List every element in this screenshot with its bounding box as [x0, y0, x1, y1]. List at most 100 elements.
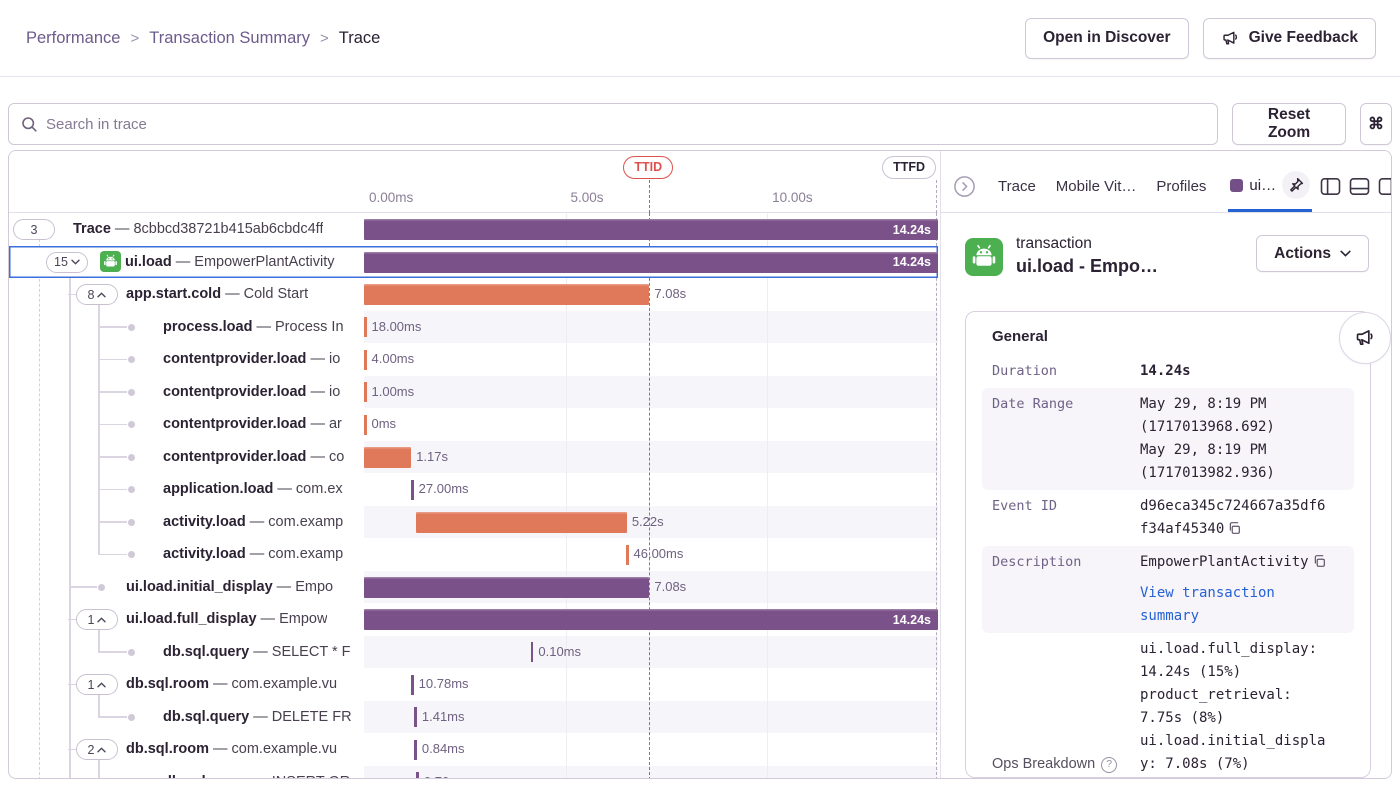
- span-bar[interactable]: [364, 382, 367, 402]
- span-title[interactable]: process.load — Process In: [163, 311, 344, 344]
- ttid-marker-pill[interactable]: TTID: [623, 156, 673, 179]
- span-duration-cell[interactable]: 4.00ms: [364, 343, 938, 376]
- search-input[interactable]: [46, 116, 1205, 133]
- span-title[interactable]: contentprovider.load — io: [163, 343, 340, 376]
- span-bar[interactable]: [626, 545, 629, 565]
- dock-left-icon[interactable]: [1320, 177, 1341, 196]
- span-bar[interactable]: [411, 675, 414, 695]
- breadcrumb-transaction-summary[interactable]: Transaction Summary: [149, 29, 310, 48]
- span-children-count-pill[interactable]: 1: [76, 609, 118, 630]
- copy-icon[interactable]: [1312, 554, 1326, 568]
- span-duration-cell[interactable]: 0.84ms: [364, 733, 938, 766]
- dock-bottom-icon[interactable]: [1349, 177, 1370, 196]
- span-title[interactable]: db.sql.room — com.example.vu: [126, 668, 337, 701]
- span-row-contentprovider.load[interactable]: 1.17s contentprovider.load — co: [9, 441, 938, 474]
- span-row-activity.load[interactable]: 46.00ms activity.load — com.examp: [9, 538, 938, 571]
- span-duration-cell[interactable]: 0.10ms: [364, 636, 938, 669]
- span-row-Trace[interactable]: 14.24s 3 Trace — 8cbbcd38721b415ab6cbdc4ff: [9, 213, 938, 246]
- span-title[interactable]: db.sql.query — SELECT * F: [163, 636, 350, 669]
- feedback-floating-button[interactable]: [1339, 312, 1391, 364]
- span-duration-cell[interactable]: 18.00ms: [364, 311, 938, 344]
- dock-right-icon[interactable]: [1378, 177, 1392, 196]
- span-children-count-pill[interactable]: 8: [76, 284, 118, 305]
- span-title[interactable]: contentprovider.load — io: [163, 376, 340, 409]
- span-row-contentprovider.load[interactable]: 1.00ms contentprovider.load — io: [9, 376, 938, 409]
- timeline-header[interactable]: 0.00ms5.00s10.00sTTIDTTFD: [364, 151, 938, 213]
- span-row-application.load[interactable]: 27.00ms application.load — com.ex: [9, 473, 938, 506]
- span-duration-cell[interactable]: 0ms: [364, 408, 938, 441]
- view-transaction-summary-link[interactable]: View transactionsummary: [1140, 582, 1344, 628]
- span-bar[interactable]: [414, 740, 417, 760]
- copy-icon[interactable]: [1227, 521, 1241, 535]
- span-title[interactable]: Trace — 8cbbcd38721b415ab6cbdc4ff: [73, 213, 323, 246]
- span-title[interactable]: db.sql.room — com.example.vu: [126, 733, 337, 766]
- span-bar[interactable]: 14.24s: [364, 219, 938, 240]
- collapse-panel-icon[interactable]: [953, 175, 976, 198]
- span-duration-cell[interactable]: 46.00ms: [364, 538, 938, 571]
- search-box[interactable]: [8, 103, 1218, 145]
- breadcrumb-performance[interactable]: Performance: [26, 29, 120, 48]
- span-row-ui.load.full_display[interactable]: 14.24s 1 ui.load.full_display — Empow: [9, 603, 938, 636]
- span-children-count-pill[interactable]: 2: [76, 739, 118, 760]
- span-row-db.sql.query[interactable]: 0.10ms db.sql.query — SELECT * F: [9, 636, 938, 669]
- span-title[interactable]: ui.load.initial_display — Empo: [126, 571, 333, 604]
- span-row-db.sql.room[interactable]: 10.78ms 1 db.sql.room — com.example.vu: [9, 668, 938, 701]
- help-icon[interactable]: ?: [1101, 757, 1117, 773]
- span-duration-cell[interactable]: 1.00ms: [364, 376, 938, 409]
- span-children-count-pill[interactable]: 15: [46, 252, 88, 273]
- span-title[interactable]: ui.load.full_display — Empow: [126, 603, 327, 636]
- span-title[interactable]: activity.load — com.examp: [163, 538, 343, 571]
- span-title[interactable]: db.sql.query — DELETE FR: [163, 701, 352, 734]
- shortcut-cmd-button[interactable]: ⌘: [1360, 103, 1392, 145]
- span-bar[interactable]: 14.24s: [364, 252, 938, 273]
- span-row-ui.load[interactable]: 14.24s 15 ui.load — EmpowerPlantActivity: [9, 246, 938, 279]
- span-row-contentprovider.load[interactable]: 4.00ms contentprovider.load — io: [9, 343, 938, 376]
- span-row-db.sql.query[interactable]: 1.41ms db.sql.query — DELETE FR: [9, 701, 938, 734]
- span-bar[interactable]: 14.24s: [364, 609, 938, 630]
- open-in-discover-button[interactable]: Open in Discover: [1025, 18, 1188, 59]
- span-duration-cell[interactable]: 7.08s: [364, 278, 938, 311]
- span-duration-cell[interactable]: 14.24s: [364, 213, 938, 246]
- span-title[interactable]: contentprovider.load — co: [163, 441, 344, 474]
- span-bar[interactable]: [364, 284, 649, 305]
- span-title[interactable]: ui.load — EmpowerPlantActivity: [125, 246, 335, 279]
- span-duration-cell[interactable]: 5.22s: [364, 506, 938, 539]
- span-duration-cell[interactable]: 7.08s: [364, 571, 938, 604]
- span-title[interactable]: contentprovider.load — ar: [163, 408, 342, 441]
- span-title[interactable]: activity.load — com.examp: [163, 506, 343, 539]
- span-row-ui.load.initial_display[interactable]: 7.08s ui.load.initial_display — Empo: [9, 571, 938, 604]
- tab-trace[interactable]: Trace: [992, 161, 1042, 212]
- span-children-count-pill[interactable]: 3: [13, 219, 55, 240]
- tab-mobile-vit-[interactable]: Mobile Vit…: [1050, 161, 1143, 212]
- span-bar[interactable]: [364, 317, 367, 337]
- span-duration-cell[interactable]: 0.70ms: [364, 766, 938, 780]
- span-row-db.sql.query[interactable]: 0.70ms db.sql.query — INSERT OR: [9, 766, 938, 780]
- span-duration-cell[interactable]: 14.24s: [364, 246, 938, 279]
- span-bar[interactable]: [364, 415, 367, 435]
- span-bar[interactable]: [364, 350, 367, 370]
- span-children-count-pill[interactable]: 1: [76, 674, 118, 695]
- span-title[interactable]: db.sql.query — INSERT OR: [163, 766, 350, 780]
- span-duration-cell[interactable]: 1.17s: [364, 441, 938, 474]
- span-title[interactable]: app.start.cold — Cold Start: [126, 278, 308, 311]
- span-title[interactable]: application.load — com.ex: [163, 473, 343, 506]
- give-feedback-button[interactable]: Give Feedback: [1203, 18, 1376, 59]
- span-duration-cell[interactable]: 10.78ms: [364, 668, 938, 701]
- span-duration-cell[interactable]: 1.41ms: [364, 701, 938, 734]
- pin-tab-icon[interactable]: [1282, 171, 1310, 199]
- span-bar[interactable]: [364, 447, 411, 468]
- reset-zoom-button[interactable]: Reset Zoom: [1232, 103, 1346, 145]
- span-row-contentprovider.load[interactable]: 0ms contentprovider.load — ar: [9, 408, 938, 441]
- span-duration-cell[interactable]: 27.00ms: [364, 473, 938, 506]
- span-bar[interactable]: [414, 707, 417, 727]
- span-duration-cell[interactable]: 14.24s: [364, 603, 938, 636]
- span-row-activity.load[interactable]: 5.22s activity.load — com.examp: [9, 506, 938, 539]
- span-bar[interactable]: [531, 642, 534, 662]
- span-row-app.start.cold[interactable]: 7.08s 8 app.start.cold — Cold Start: [9, 278, 938, 311]
- span-bar[interactable]: [364, 577, 649, 598]
- actions-button[interactable]: Actions: [1256, 235, 1369, 272]
- span-bar[interactable]: [416, 512, 626, 533]
- ttfd-marker-pill[interactable]: TTFD: [882, 156, 936, 179]
- tab-active-transaction[interactable]: ui…: [1228, 161, 1312, 212]
- span-bar[interactable]: [416, 772, 419, 779]
